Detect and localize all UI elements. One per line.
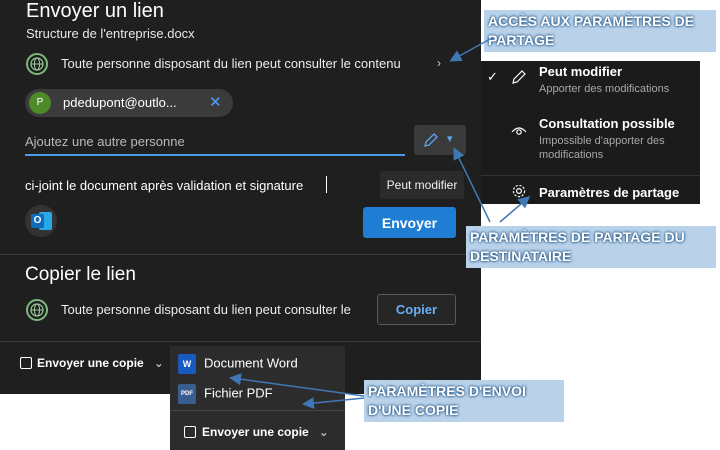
annotation-arrows xyxy=(229,37,531,410)
stage: Envoyer un lien Structure de l'entrepris… xyxy=(0,0,720,450)
